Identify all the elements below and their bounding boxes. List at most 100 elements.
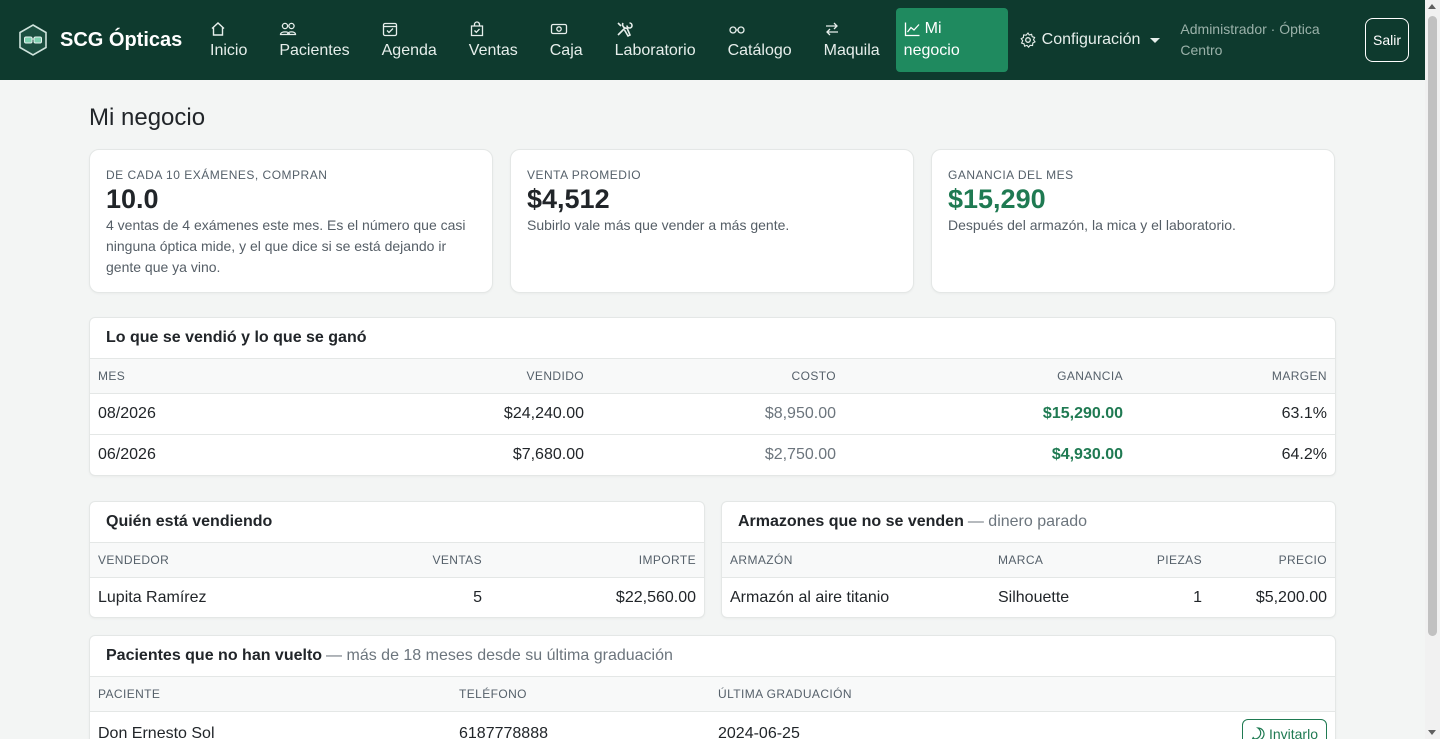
config-dropdown[interactable]: Configuración bbox=[1020, 31, 1161, 49]
card-subtitle: — más de 18 meses desde su última gradua… bbox=[326, 647, 673, 664]
whatsapp-icon bbox=[1251, 727, 1265, 739]
nav-label: Mi bbox=[924, 20, 942, 37]
arrows-icon bbox=[825, 22, 838, 36]
card-subtitle: — dinero parado bbox=[967, 513, 1088, 530]
idle-frames-card: Armazones que no se venden — dinero para… bbox=[721, 501, 1336, 618]
sellers-table: Vendedor Ventas Importe Lupita Ramírez 5… bbox=[90, 543, 704, 617]
nav-label: Maquila bbox=[823, 42, 880, 59]
cell-mes: 06/2026 bbox=[98, 445, 156, 463]
cell-vendedor: Lupita Ramírez bbox=[98, 588, 207, 606]
kpi-label: Venta promedio bbox=[527, 168, 642, 182]
top-navbar: SCG Ópticas Inicio Pacientes Agenda Vent… bbox=[0, 0, 1425, 80]
col-header: Vendedor bbox=[90, 543, 350, 578]
scroll-down-icon[interactable] bbox=[1428, 730, 1436, 735]
cell-ganancia: $4,930.00 bbox=[1051, 445, 1123, 463]
col-header: Marca bbox=[990, 543, 1110, 578]
col-header: Última graduación bbox=[710, 677, 1110, 712]
chart-icon bbox=[904, 22, 920, 37]
col-header: Margen bbox=[1131, 359, 1335, 394]
cell-vendido: $7,680.00 bbox=[512, 445, 584, 463]
patients-table: Paciente Teléfono Última graduación Don … bbox=[90, 677, 1335, 739]
kpi-card-conversion: De cada 10 exámenes, compran 10.0 4 vent… bbox=[89, 149, 493, 293]
col-header: Costo bbox=[592, 359, 844, 394]
user-info: Administrador · Óptica Centro bbox=[1180, 21, 1320, 58]
nav-catalogo[interactable]: Catálogo bbox=[712, 8, 808, 72]
brand[interactable]: SCG Ópticas bbox=[18, 24, 188, 56]
nav-mi-negocio[interactable]: Mi negocio bbox=[895, 8, 1008, 72]
nav-laboratorio[interactable]: Laboratorio bbox=[599, 8, 712, 72]
nav-label: Agenda bbox=[381, 42, 437, 59]
kpi-description: Después del armazón, la mica y el labora… bbox=[948, 217, 1236, 233]
col-header: Importe bbox=[490, 543, 704, 578]
nav-label: Ventas bbox=[468, 42, 518, 59]
nav-agenda[interactable]: Agenda bbox=[366, 8, 453, 72]
table-row: 08/2026 $24,240.00 $8,950.00 $15,290.00 … bbox=[90, 393, 1335, 435]
scroll-up-icon[interactable] bbox=[1428, 4, 1436, 9]
sellers-card: Quién está vendiendo Vendedor Ventas Imp… bbox=[89, 501, 705, 618]
brand-name: SCG Ópticas bbox=[60, 28, 183, 51]
col-header: Ventas bbox=[350, 543, 490, 578]
table-row: Lupita Ramírez 5 $22,560.00 bbox=[90, 577, 704, 617]
invite-label: Invitarlo bbox=[1268, 726, 1318, 739]
cell-mes: 08/2026 bbox=[90, 393, 290, 435]
frames-table: Armazón Marca Piezas Precio Armazón al a… bbox=[722, 543, 1335, 617]
col-header: Paciente bbox=[90, 677, 451, 712]
nav-label: Laboratorio bbox=[614, 42, 696, 59]
kpi-label: De cada 10 exámenes, compran bbox=[106, 168, 328, 182]
kpi-value: $4,512 bbox=[527, 184, 610, 214]
card-title-text: Pacientes que no han vuelto bbox=[106, 647, 323, 664]
people-icon bbox=[280, 22, 297, 36]
scroll-thumb[interactable] bbox=[1428, 16, 1437, 636]
sales-table: Mes Vendido Costo Ganancia Margen 08/202… bbox=[90, 359, 1335, 475]
nav-maquila[interactable]: Maquila bbox=[808, 8, 896, 72]
cell-ganancia: $15,290.00 bbox=[844, 393, 1131, 435]
cell-margen: 63.1% bbox=[1131, 393, 1335, 435]
table-row: Armazón al aire titanio Silhouette 1 $5,… bbox=[722, 577, 1335, 617]
config-label: Configuración bbox=[1041, 31, 1141, 48]
cell-importe: $22,560.00 bbox=[615, 588, 696, 606]
bag-icon bbox=[470, 21, 483, 37]
lost-patients-card: Pacientes que no han vuelto — más de 18 … bbox=[89, 635, 1336, 739]
kpi-card-average-sale: Venta promedio $4,512 Subirlo vale más q… bbox=[510, 149, 914, 293]
nav-pacientes[interactable]: Pacientes bbox=[263, 8, 365, 72]
col-header: Precio bbox=[1210, 543, 1335, 578]
card-title: Lo que se vendió y lo que se ganó bbox=[90, 318, 1335, 359]
page-scrollbar[interactable] bbox=[1425, 0, 1440, 739]
main-nav: Inicio Pacientes Agenda Ventas Caja Labo… bbox=[194, 0, 1350, 80]
logout-button[interactable]: Salir bbox=[1365, 18, 1409, 62]
nav-caja[interactable]: Caja bbox=[534, 8, 599, 72]
card-title: Quién está vendiendo bbox=[90, 502, 704, 543]
nav-label: Caja bbox=[549, 42, 583, 59]
cell-costo: $2,750.00 bbox=[764, 445, 836, 463]
nav-inicio[interactable]: Inicio bbox=[194, 8, 263, 72]
table-row: 06/2026 $7,680.00 $2,750.00 $4,930.00 64… bbox=[90, 434, 1335, 475]
table-row: Don Ernesto Sol 6187778888 2024-06-25 In… bbox=[90, 711, 1335, 739]
kpi-label: Ganancia del mes bbox=[948, 168, 1074, 182]
nav-label: Inicio bbox=[210, 42, 248, 59]
cell-telefono: 6187778888 bbox=[459, 725, 548, 739]
col-header: Mes bbox=[90, 359, 290, 394]
kpi-value: $15,290 bbox=[948, 184, 1046, 214]
cell-precio: $5,200.00 bbox=[1255, 588, 1327, 606]
cell-paciente: Don Ernesto Sol bbox=[98, 725, 215, 739]
caret-down-icon bbox=[1150, 37, 1161, 43]
cell-vendido: $24,240.00 bbox=[290, 393, 592, 435]
kpi-card-monthly-profit: Ganancia del mes $15,290 Después del arm… bbox=[931, 149, 1335, 293]
sales-card: Lo que se vendió y lo que se ganó Mes Ve… bbox=[89, 317, 1336, 476]
col-header: Vendido bbox=[290, 359, 592, 394]
cell-margen: 64.2% bbox=[1281, 445, 1327, 463]
nav-ventas[interactable]: Ventas bbox=[453, 8, 534, 72]
page-title: Mi negocio bbox=[89, 104, 206, 131]
kpi-description: 4 ventas de 4 exámenes este mes. Es el n… bbox=[106, 217, 466, 275]
col-header: Teléfono bbox=[451, 677, 710, 712]
nav-label: negocio bbox=[903, 42, 960, 59]
invite-button[interactable]: Invitarlo bbox=[1241, 719, 1327, 739]
glasses-icon bbox=[728, 26, 745, 34]
card-title: Armazones que no se venden — dinero para… bbox=[722, 502, 1335, 543]
glasses-logo-icon bbox=[19, 24, 47, 56]
col-header: Ganancia bbox=[844, 359, 1131, 394]
cell-action: Invitarlo bbox=[1110, 711, 1335, 739]
cell-graduacion: 2024-06-25 bbox=[718, 725, 800, 739]
cash-icon bbox=[550, 23, 567, 35]
calendar-icon bbox=[382, 22, 397, 37]
